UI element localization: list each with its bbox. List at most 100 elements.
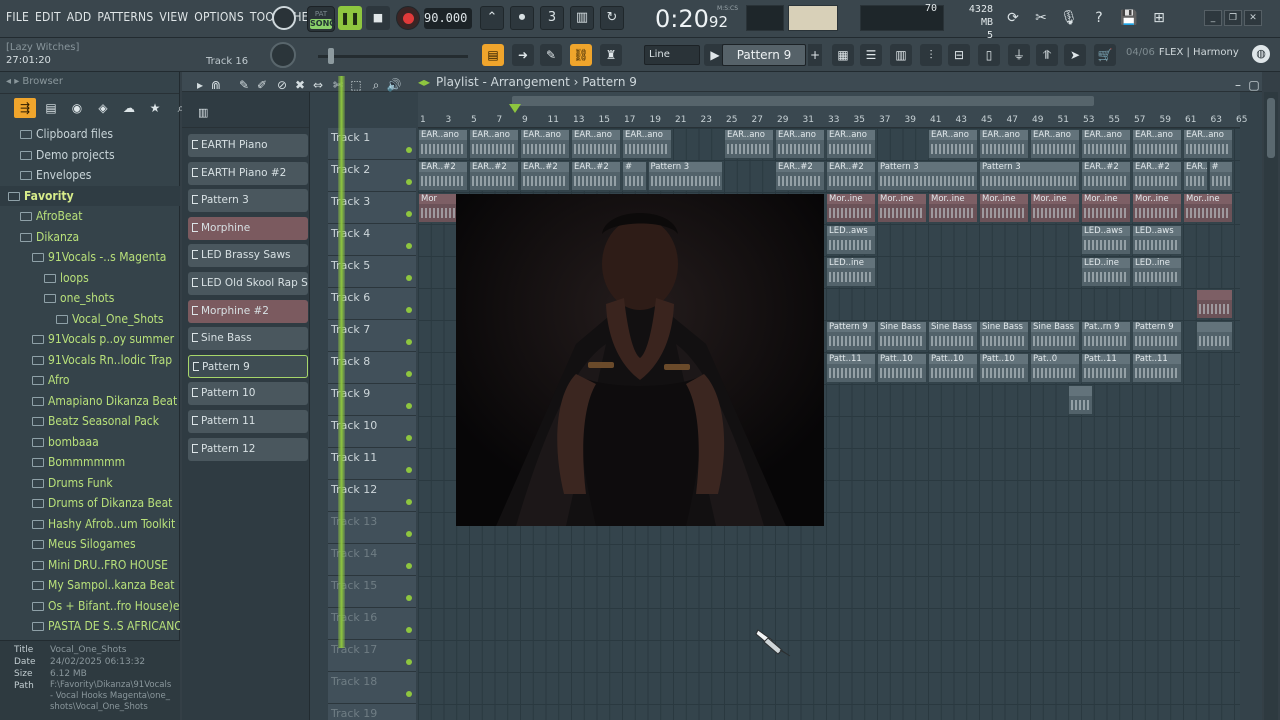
arrangement-clip[interactable]: Pattern 3 xyxy=(979,161,1080,191)
pat-song-toggle[interactable]: PAT SONG xyxy=(307,6,336,32)
track-mute-led[interactable] xyxy=(406,211,412,217)
browser-all-icon[interactable]: ⇶ xyxy=(14,98,36,118)
master-slider-thumb[interactable] xyxy=(328,48,334,64)
arrangement-clip[interactable]: Sine Bass xyxy=(928,321,978,351)
arrangement-clip[interactable]: EAR..ano xyxy=(724,129,774,159)
track-mute-led[interactable] xyxy=(406,339,412,345)
step-seq-icon[interactable]: ⊟ xyxy=(948,44,970,66)
track-mute-led[interactable] xyxy=(406,659,412,665)
arrangement-clip[interactable]: # xyxy=(1208,161,1233,191)
picker-clip[interactable]: Pattern 10 xyxy=(188,382,308,406)
picker-clip[interactable]: Morphine #2 xyxy=(188,299,308,323)
arrangement-clip[interactable]: Pat..rn 9 xyxy=(1081,321,1131,351)
pencil-icon[interactable]: ✎ xyxy=(540,44,562,66)
browser-item[interactable]: Hashy Afrob..um Toolkit xyxy=(0,514,180,535)
menu-edit[interactable]: EDIT xyxy=(35,10,61,24)
arrangement-clip[interactable]: EAR..#2 xyxy=(1081,161,1131,191)
metronome-icon[interactable]: ⌃ xyxy=(480,6,504,30)
arrangement-clip[interactable]: Mor..ine xyxy=(979,193,1029,223)
cart-icon[interactable]: 🛒 xyxy=(1094,44,1116,66)
picker-clip[interactable]: Pattern 12 xyxy=(188,437,308,461)
arrangement-clip[interactable] xyxy=(1195,289,1233,319)
arrangement-clip[interactable]: EAR..ano xyxy=(826,129,876,159)
track-mute-led[interactable] xyxy=(406,403,412,409)
browser-item[interactable]: Mini DRU..FRO HOUSE xyxy=(0,555,180,576)
arrangement-clip[interactable]: Mor..ine xyxy=(826,193,876,223)
arrangement-clip[interactable]: LED..ine xyxy=(1132,257,1182,287)
browser-item[interactable]: Favority xyxy=(0,185,180,206)
browser-plugins-icon[interactable]: ◉ xyxy=(66,98,88,118)
timeline-ruler[interactable]: 1 3 5 7 9 11 13 15 17 19 21 23 25 27 29 31 33 35 37 39 41 43 4… xyxy=(418,92,1247,128)
track-mute-led[interactable] xyxy=(406,467,412,473)
track-mute-led[interactable] xyxy=(406,563,412,569)
track-mute-led[interactable] xyxy=(406,499,412,505)
arrangement-clip[interactable]: LED..ine xyxy=(1081,257,1131,287)
select-tool-icon[interactable]: ⬚ xyxy=(348,75,364,95)
browser-bookmark-icon[interactable]: ◈ xyxy=(92,98,114,118)
track-mute-led[interactable] xyxy=(406,147,412,153)
browser-item[interactable]: Demo projects xyxy=(0,145,180,166)
browser-item[interactable]: My Sampol..kanza Beat xyxy=(0,575,180,596)
loop-record-icon[interactable]: ↻ xyxy=(600,6,624,30)
arrangement-clip[interactable]: Pattern 3 xyxy=(877,161,978,191)
arrangement-clip[interactable]: Patt..11 xyxy=(1081,353,1131,383)
arrangement-clip[interactable]: EAR..ano xyxy=(775,129,825,159)
horizontal-scroll[interactable] xyxy=(512,96,1094,106)
arrangement-clip[interactable]: Sine Bass xyxy=(979,321,1029,351)
arrangement-clip[interactable]: EAR..#2 xyxy=(571,161,621,191)
picker-clip[interactable]: Pattern 9 xyxy=(188,354,308,378)
browser-item[interactable]: Vocal_One_Shots xyxy=(0,309,180,330)
arrangement-clip[interactable]: LED..aws xyxy=(1132,225,1182,255)
arrangement-clip[interactable]: Mor..ine xyxy=(1030,193,1080,223)
export-icon[interactable]: ➤ xyxy=(1064,44,1086,66)
master-slider[interactable] xyxy=(318,55,468,58)
arrangement-clip[interactable]: EAR..ano xyxy=(928,129,978,159)
playback-tool-icon[interactable]: 🔊 xyxy=(386,75,402,95)
picker-clip[interactable]: LED Brassy Saws xyxy=(188,244,308,268)
browser-item[interactable]: Clipboard files xyxy=(0,124,180,145)
step-edit-icon[interactable]: ▥ xyxy=(570,6,594,30)
arrangement-clip[interactable]: EAR..ano xyxy=(571,129,621,159)
browser-item[interactable]: loops xyxy=(0,268,180,289)
plugin-icon[interactable]: ⊞ xyxy=(1148,7,1170,29)
tempo-display[interactable]: 90.000 xyxy=(424,8,472,29)
browser-item[interactable]: 91Vocals Rn..lodic Trap xyxy=(0,350,180,371)
arrangement-clip[interactable]: EAR..#2 xyxy=(469,161,519,191)
arrangement-clip[interactable]: Mor..ine xyxy=(928,193,978,223)
tempo-tap-icon[interactable]: ⥣ xyxy=(1036,44,1058,66)
arrangement-clip[interactable]: Mor..ine xyxy=(877,193,927,223)
arrangement-clip[interactable]: EAR..ano xyxy=(469,129,519,159)
browser-item[interactable]: bombaaa xyxy=(0,432,180,453)
globe-icon[interactable]: ◍ xyxy=(1252,45,1270,63)
file-icon[interactable]: ▯ xyxy=(978,44,1000,66)
arrangement-clip[interactable]: Patt..10 xyxy=(928,353,978,383)
track-mute-led[interactable] xyxy=(406,595,412,601)
minimize-icon[interactable]: _ xyxy=(1204,10,1222,26)
master-pitch-knob[interactable] xyxy=(270,42,296,68)
mixer-icon[interactable]: ☰ xyxy=(860,44,882,66)
arrangement-clip[interactable]: EAR..ano xyxy=(418,129,468,159)
picker-clip[interactable]: EARTH Piano xyxy=(188,134,308,157)
add-pattern-button[interactable]: + xyxy=(808,44,822,66)
arrangement-clip[interactable]: Mor..ine xyxy=(1183,193,1233,223)
arrangement-clip[interactable]: EAR..ano xyxy=(1081,129,1131,159)
arrangement-clip[interactable]: Sine Bass xyxy=(877,321,927,351)
stop-button[interactable]: ■ xyxy=(366,6,390,30)
playlist-maximize-icon[interactable]: ▢ xyxy=(1246,75,1262,95)
arrangement-clip[interactable]: EAR..ano xyxy=(1030,129,1080,159)
picker-clip[interactable]: Pattern 3 xyxy=(188,189,308,213)
track-mute-led[interactable] xyxy=(406,179,412,185)
arrangement-clip[interactable]: EAR..#2 xyxy=(1183,161,1208,191)
plugin-news-panel[interactable]: 04/06 FLEX | Harmony xyxy=(1126,47,1239,58)
plugin-browser-icon[interactable]: ⫶ xyxy=(920,44,942,66)
arrangement-clip[interactable]: Patt..10 xyxy=(979,353,1029,383)
track-mute-led[interactable] xyxy=(406,275,412,281)
arrangement-clip[interactable]: Patt..11 xyxy=(1132,353,1182,383)
play-button[interactable]: ❚❚ xyxy=(338,6,362,30)
menu-patterns[interactable]: PATTERNS xyxy=(97,10,153,24)
browser-item[interactable]: Beatz Seasonal Pack xyxy=(0,411,180,432)
vertical-scrollbar[interactable] xyxy=(1264,92,1278,720)
track-mute-led[interactable] xyxy=(406,531,412,537)
arrangement-clip[interactable]: Sine Bass xyxy=(1030,321,1080,351)
master-volume-knob[interactable] xyxy=(272,6,296,30)
